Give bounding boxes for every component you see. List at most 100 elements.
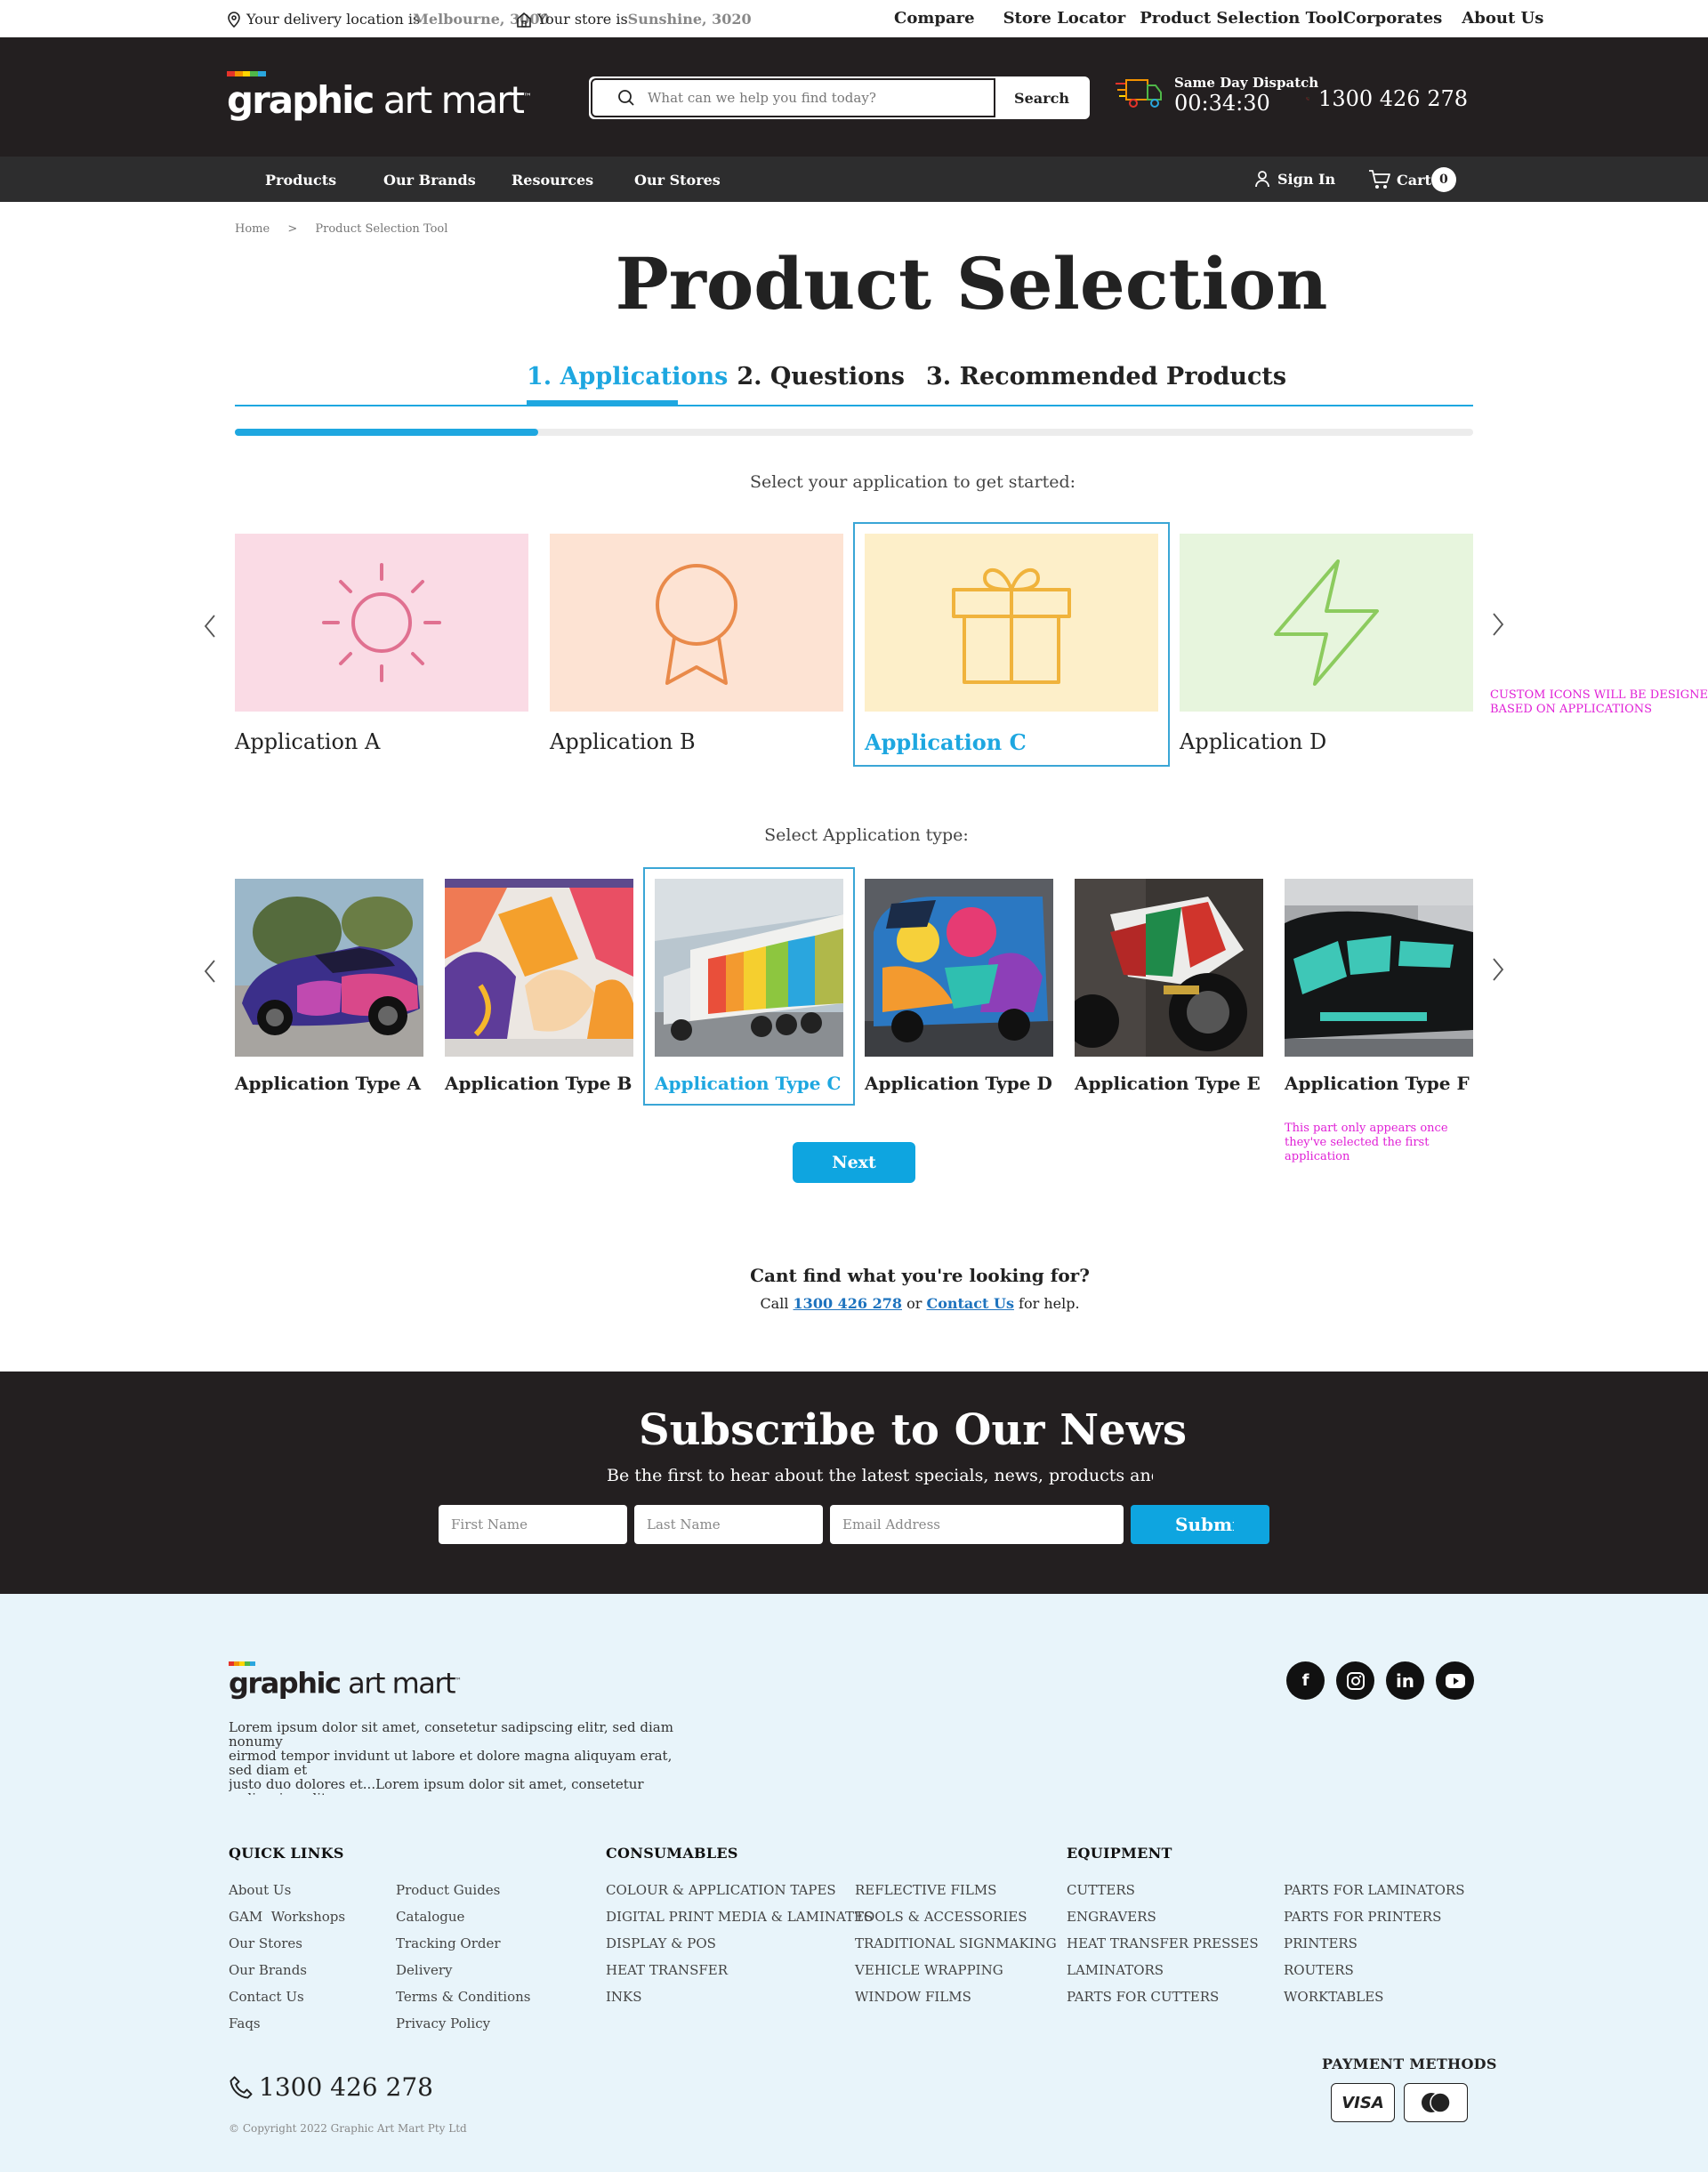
site-logo[interactable]: graphic art mart™: [227, 71, 532, 122]
application-b-tile: [550, 534, 843, 712]
footer-link[interactable]: PARTS FOR LAMINATORS: [1284, 1882, 1464, 1909]
step-recommended-products[interactable]: 3. Recommended Products: [926, 363, 1286, 390]
application-card-a[interactable]: Application A: [235, 534, 528, 754]
search-input[interactable]: What can we help you find today?: [591, 78, 995, 117]
applications-prev-arrow[interactable]: [201, 612, 219, 638]
email-field[interactable]: Email Address: [830, 1505, 1124, 1544]
chevron-left-icon: [204, 960, 215, 983]
footer-link[interactable]: Our Stores: [229, 1935, 345, 1962]
sign-in-button[interactable]: Sign In: [1254, 170, 1335, 188]
footer-link[interactable]: DIGITAL PRINT MEDIA & LAMINATES: [606, 1909, 873, 1935]
footer-link[interactable]: Faqs: [229, 2015, 345, 2042]
store-value[interactable]: Sunshine, 3020: [628, 11, 752, 28]
visa-label: VISA: [1341, 2093, 1384, 2112]
footer-link[interactable]: GAM Workshops: [229, 1909, 345, 1935]
footer-link[interactable]: Product Guides: [396, 1882, 530, 1909]
footer-link[interactable]: Privacy Policy: [396, 2015, 530, 2042]
footer-phone-number: 1300 426 278: [259, 2072, 433, 2102]
nav-products[interactable]: Products: [265, 172, 336, 189]
footer-link[interactable]: Tracking Order: [396, 1935, 530, 1962]
applications-next-arrow[interactable]: [1489, 610, 1507, 636]
cart-button[interactable]: Cart 0: [1368, 167, 1456, 192]
types-prev-arrow[interactable]: [201, 957, 219, 983]
store-location[interactable]: Your store is Sunshine, 3020: [516, 11, 752, 28]
link-store-locator[interactable]: Store Locator: [1003, 9, 1126, 28]
footer-link[interactable]: LAMINATORS: [1067, 1962, 1259, 1989]
nav-our-stores[interactable]: Our Stores: [634, 172, 721, 189]
visa-icon: VISA: [1331, 2083, 1395, 2122]
footer-link[interactable]: Our Brands: [229, 1962, 345, 1989]
nav-resources[interactable]: Resources: [512, 172, 593, 189]
submit-button[interactable]: Submit: [1131, 1505, 1269, 1544]
footer-link[interactable]: About Us: [229, 1882, 345, 1909]
breadcrumb-home[interactable]: Home: [235, 222, 270, 236]
footer-link[interactable]: PRINTERS: [1284, 1935, 1464, 1962]
footer-link[interactable]: Delivery: [396, 1962, 530, 1989]
footer-logo-bold: graphic: [229, 1666, 342, 1701]
footer-link[interactable]: PARTS FOR PRINTERS: [1284, 1909, 1464, 1935]
link-compare[interactable]: Compare: [894, 9, 975, 28]
link-corporates[interactable]: Corporates: [1343, 9, 1442, 28]
footer-link[interactable]: Catalogue: [396, 1909, 530, 1935]
application-type-card-c[interactable]: Application Type C: [643, 867, 855, 1106]
footer-link[interactable]: PARTS FOR CUTTERS: [1067, 1989, 1259, 2015]
header-phone[interactable]: 1300 426 278: [1306, 84, 1468, 114]
facebook-icon[interactable]: f: [1286, 1661, 1325, 1700]
footer-link[interactable]: Contact Us: [229, 1989, 345, 2015]
footer-phone[interactable]: 1300 426 278: [229, 2072, 433, 2102]
footer-link[interactable]: TOOLS & ACCESSORIES: [855, 1909, 1057, 1935]
application-c-label: Application C: [865, 729, 1027, 755]
top-links: Compare Store Locator Product Selection …: [894, 9, 1572, 28]
footer-link[interactable]: CUTTERS: [1067, 1882, 1259, 1909]
logo-color-4: [250, 71, 259, 76]
footer-link[interactable]: ROUTERS: [1284, 1962, 1464, 1989]
next-button[interactable]: Next: [793, 1142, 915, 1183]
footer-link[interactable]: VEHICLE WRAPPING: [855, 1962, 1057, 1989]
application-type-card-a[interactable]: Application Type A: [235, 879, 423, 1094]
delivery-location[interactable]: Your delivery location is Melbourne, 300…: [227, 11, 550, 28]
footer-link[interactable]: INKS: [606, 1989, 873, 2015]
search-button[interactable]: Search: [995, 78, 1088, 117]
logo-color-2: [234, 71, 243, 76]
linkedin-icon[interactable]: in: [1386, 1661, 1424, 1700]
step-questions[interactable]: 2. Questions: [737, 363, 905, 390]
footer-link[interactable]: ENGRAVERS: [1067, 1909, 1259, 1935]
types-next-arrow[interactable]: [1489, 955, 1507, 981]
footer-link[interactable]: Terms & Conditions: [396, 1989, 530, 2015]
lightning-icon: [1274, 559, 1379, 686]
instagram-icon[interactable]: [1336, 1661, 1374, 1700]
application-type-card-e[interactable]: Application Type E: [1075, 879, 1263, 1094]
footer-link[interactable]: WORKTABLES: [1284, 1989, 1464, 2015]
footer-link[interactable]: REFLECTIVE FILMS: [855, 1882, 1057, 1909]
application-card-d[interactable]: Application D: [1180, 534, 1473, 754]
last-name-field[interactable]: Last Name: [634, 1505, 823, 1544]
steps-divider: [235, 405, 1473, 406]
progress-fill: [235, 429, 539, 436]
equipment-col1: CUTTERS ENGRAVERS HEAT TRANSFER PRESSES …: [1067, 1882, 1259, 2015]
application-type-card-d[interactable]: Application Type D: [865, 879, 1053, 1094]
application-type-card-b[interactable]: Application Type B: [445, 879, 633, 1094]
footer-link[interactable]: TRADITIONAL SIGNMAKING: [855, 1935, 1057, 1962]
footer-link[interactable]: HEAT TRANSFER: [606, 1962, 873, 1989]
footer-link[interactable]: COLOUR & APPLICATION TAPES: [606, 1882, 873, 1909]
nav-our-brands[interactable]: Our Brands: [383, 172, 476, 189]
search-bar: What can we help you find today? Search: [589, 76, 1090, 119]
step-applications[interactable]: 1. Applications: [527, 363, 728, 390]
first-name-field[interactable]: First Name: [439, 1505, 627, 1544]
link-about-us[interactable]: About Us: [1462, 9, 1543, 28]
logo-text: graphic art mart™: [227, 78, 532, 122]
footer-link[interactable]: WINDOW FILMS: [855, 1989, 1057, 2015]
help-phone-link[interactable]: 1300 426 278: [794, 1295, 902, 1312]
help-text: Call 1300 426 278 or Contact Us for help…: [66, 1295, 1708, 1312]
application-card-c[interactable]: Application C: [853, 522, 1170, 767]
youtube-icon[interactable]: [1436, 1661, 1474, 1700]
help-contact-link[interactable]: Contact Us: [926, 1295, 1013, 1312]
application-card-b[interactable]: Application B: [550, 534, 843, 754]
footer-logo[interactable]: graphic art mart™: [229, 1661, 462, 1701]
application-type-a-label: Application Type A: [235, 1073, 421, 1094]
footer-link[interactable]: HEAT TRANSFER PRESSES: [1067, 1935, 1259, 1962]
link-product-selection-tool[interactable]: Product Selection Tool: [1140, 9, 1343, 28]
application-b-label: Application B: [550, 729, 696, 754]
footer-link[interactable]: DISPLAY & POS: [606, 1935, 873, 1962]
application-type-card-f[interactable]: Application Type F: [1285, 879, 1473, 1094]
